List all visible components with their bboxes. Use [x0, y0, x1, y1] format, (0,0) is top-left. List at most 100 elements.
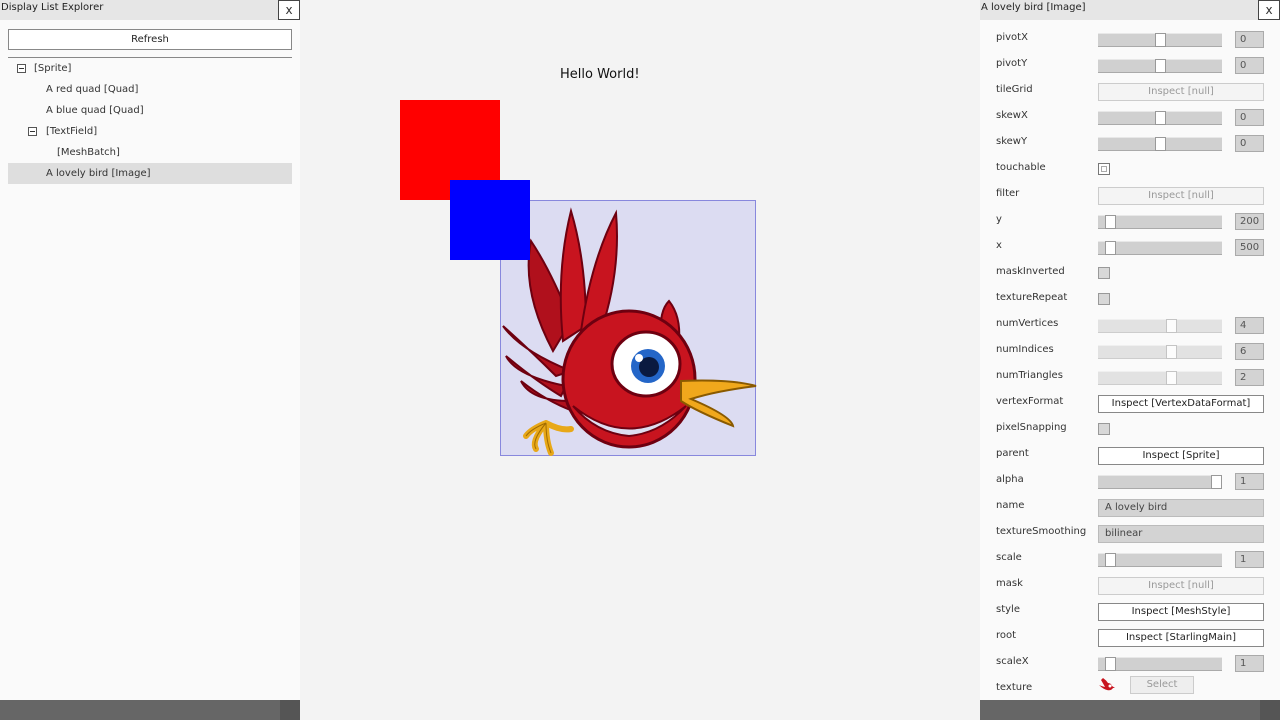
slider-thumb[interactable] — [1105, 215, 1116, 229]
property-value-input[interactable]: 2 — [1235, 369, 1264, 386]
property-value-input[interactable]: 4 — [1235, 317, 1264, 334]
property-label: pivotY — [996, 58, 1028, 69]
property-row-textureSmoothing: textureSmoothing bilinear — [980, 522, 1280, 548]
slider-thumb[interactable] — [1166, 371, 1177, 385]
tree-item-label: [MeshBatch] — [57, 147, 120, 158]
property-value-input[interactable]: 200 — [1235, 213, 1264, 230]
slider-thumb[interactable] — [1155, 137, 1166, 151]
inspect-button[interactable]: Inspect [MeshStyle] — [1098, 603, 1264, 621]
tree-item[interactable]: [MeshBatch] — [8, 142, 292, 163]
property-label: vertexFormat — [996, 396, 1064, 407]
tree-item[interactable]: [TextField] — [8, 121, 292, 142]
collapse-toggle-icon[interactable] — [28, 127, 37, 136]
inspector-title: A lovely bird [Image] — [980, 0, 1280, 20]
property-label: tileGrid — [996, 84, 1033, 95]
resize-handle[interactable] — [1260, 700, 1280, 720]
slider-thumb[interactable] — [1155, 59, 1166, 73]
property-slider[interactable] — [1098, 319, 1222, 333]
property-label: pivotX — [996, 32, 1028, 43]
panel-footer — [0, 700, 300, 720]
property-checkbox[interactable] — [1098, 423, 1110, 435]
slider-thumb[interactable] — [1105, 553, 1116, 567]
property-label: style — [996, 604, 1020, 615]
inspect-button: Inspect [null] — [1098, 83, 1264, 101]
blue-quad[interactable] — [450, 180, 530, 260]
property-value-input[interactable]: 1 — [1235, 551, 1264, 568]
panel-title: Display List Explorer — [0, 0, 300, 20]
property-slider[interactable] — [1098, 137, 1222, 151]
property-value-input[interactable]: 500 — [1235, 239, 1264, 256]
property-label: texture — [996, 682, 1033, 693]
property-label: pixelSnapping — [996, 422, 1067, 433]
property-value-input[interactable]: 6 — [1235, 343, 1264, 360]
inspector-panel: A lovely bird [Image] x pivotX 0 pivotY 0 ti… — [980, 0, 1280, 720]
property-label: textureSmoothing — [996, 526, 1087, 537]
slider-thumb[interactable] — [1105, 657, 1116, 671]
close-button[interactable]: x — [1258, 0, 1280, 20]
property-slider[interactable] — [1098, 475, 1222, 489]
property-label: maskInverted — [996, 266, 1065, 277]
property-row-scaleX: scaleX 1 — [980, 652, 1280, 678]
tree-item-label: [TextField] — [46, 126, 98, 137]
select-button: Select — [1130, 676, 1194, 694]
property-slider[interactable] — [1098, 241, 1222, 255]
property-label: mask — [996, 578, 1023, 589]
slider-thumb[interactable] — [1155, 33, 1166, 47]
tree-item-label: A blue quad [Quad] — [46, 105, 144, 116]
tree-item-label: A red quad [Quad] — [46, 84, 139, 95]
property-row-mask: mask Inspect [null] — [980, 574, 1280, 600]
slider-thumb[interactable] — [1105, 241, 1116, 255]
property-slider[interactable] — [1098, 33, 1222, 47]
property-slider[interactable] — [1098, 215, 1222, 229]
collapse-toggle-icon[interactable] — [17, 64, 26, 73]
tree-item[interactable]: [Sprite] — [8, 58, 292, 79]
slider-thumb[interactable] — [1155, 111, 1166, 125]
property-value-input[interactable]: 0 — [1235, 109, 1264, 126]
stage-canvas: Hello World! — [300, 0, 980, 720]
property-value-input[interactable]: 0 — [1235, 57, 1264, 74]
property-label: textureRepeat — [996, 292, 1068, 303]
property-checkbox[interactable] — [1098, 163, 1110, 175]
property-label: scale — [996, 552, 1022, 563]
property-value-input[interactable]: 0 — [1235, 135, 1264, 152]
tree-item[interactable]: A lovely bird [Image] — [8, 163, 292, 184]
refresh-button[interactable]: Refresh — [8, 29, 292, 50]
property-label: y — [996, 214, 1002, 225]
panel-footer — [980, 700, 1280, 720]
property-slider[interactable] — [1098, 553, 1222, 567]
property-row-parent: parent Inspect [Sprite] — [980, 444, 1280, 470]
slider-thumb[interactable] — [1166, 345, 1177, 359]
tree-item[interactable]: A red quad [Quad] — [8, 79, 292, 100]
property-value-input[interactable]: 0 — [1235, 31, 1264, 48]
property-value-input[interactable]: 1 — [1235, 473, 1264, 490]
property-slider[interactable] — [1098, 371, 1222, 385]
property-checkbox[interactable] — [1098, 267, 1110, 279]
bird-image[interactable] — [500, 200, 757, 456]
inspect-button[interactable]: Inspect [Sprite] — [1098, 447, 1264, 465]
property-text-input[interactable]: A lovely bird — [1098, 499, 1264, 517]
property-slider[interactable] — [1098, 111, 1222, 125]
slider-thumb[interactable] — [1166, 319, 1177, 333]
property-checkbox[interactable] — [1098, 293, 1110, 305]
property-label: numTriangles — [996, 370, 1063, 381]
tree-item[interactable]: A blue quad [Quad] — [8, 100, 292, 121]
property-row-skewX: skewX 0 — [980, 106, 1280, 132]
close-button[interactable]: x — [278, 0, 300, 20]
property-label: x — [996, 240, 1002, 251]
property-label: numIndices — [996, 344, 1054, 355]
inspect-button[interactable]: Inspect [VertexDataFormat] — [1098, 395, 1264, 413]
property-label: parent — [996, 448, 1029, 459]
property-row-scale: scale 1 — [980, 548, 1280, 574]
inspect-button[interactable]: Inspect [StarlingMain] — [1098, 629, 1264, 647]
property-row-alpha: alpha 1 — [980, 470, 1280, 496]
display-list-explorer-panel: Display List Explorer x Refresh [Sprite]… — [0, 0, 300, 720]
property-value-input[interactable]: 1 — [1235, 655, 1264, 672]
resize-handle[interactable] — [280, 700, 300, 720]
property-slider[interactable] — [1098, 59, 1222, 73]
slider-thumb[interactable] — [1211, 475, 1222, 489]
property-row-pixelSnapping: pixelSnapping — [980, 418, 1280, 444]
bird-icon — [502, 207, 757, 456]
property-slider[interactable] — [1098, 657, 1222, 671]
property-text-input[interactable]: bilinear — [1098, 525, 1264, 543]
property-slider[interactable] — [1098, 345, 1222, 359]
